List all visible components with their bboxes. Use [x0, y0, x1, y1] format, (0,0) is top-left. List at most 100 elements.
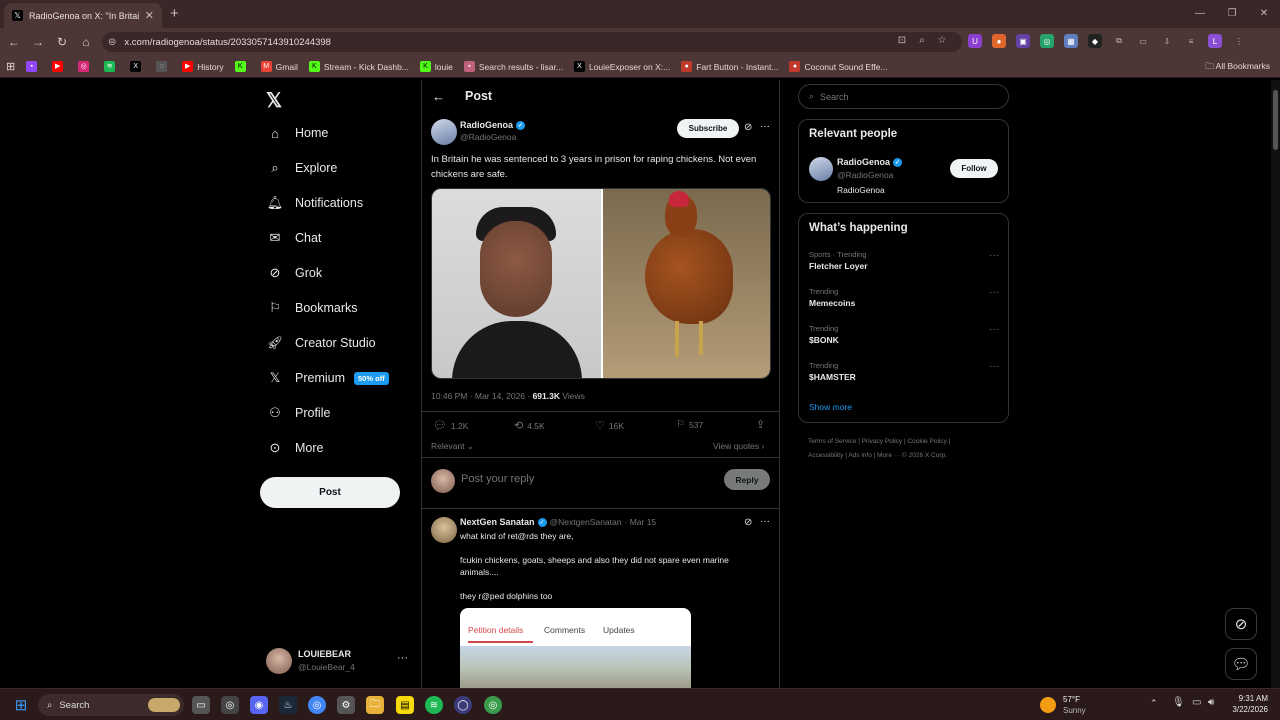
extensions-puzzle-icon[interactable]: ⧉	[1112, 34, 1126, 48]
bookmark-action[interactable]: ⚐ 537	[676, 419, 703, 430]
reply-author-name[interactable]: NextGen Sanatan	[460, 517, 535, 527]
bookmark-search-results[interactable]: ▪ Search results - lisar...	[463, 61, 563, 72]
nav-premium[interactable]: 𝕏 Premium 50% off	[266, 363, 389, 393]
bookmark-fart-button[interactable]: ● Fart Button - Instant...	[681, 61, 778, 72]
author-name[interactable]: RadioGenoa ✓	[460, 120, 526, 130]
bookmark-history[interactable]: ▶ History	[182, 61, 224, 72]
restore-icon[interactable]: ❐	[1216, 0, 1248, 28]
file-explorer-icon[interactable]: 🗀	[366, 696, 384, 714]
reload-icon[interactable]: ↻	[50, 35, 74, 49]
close-window-icon[interactable]: ✕	[1248, 0, 1280, 28]
chicken-image[interactable]	[603, 189, 770, 378]
bookmark-globe-icon[interactable]: ◌	[156, 61, 171, 72]
microphone-icon[interactable]: 🎙︎	[1172, 697, 1185, 708]
downloads-icon[interactable]: ⇩	[1160, 34, 1174, 48]
person-avatar[interactable]	[809, 157, 833, 181]
nav-home[interactable]: ⌂ Home	[266, 118, 328, 148]
account-more-icon[interactable]: ···	[397, 652, 408, 664]
chrome-icon[interactable]: ◎	[308, 696, 326, 714]
back-arrow-icon[interactable]: ←	[432, 89, 445, 104]
chrome-profile-icon[interactable]: ◎	[484, 696, 502, 714]
install-app-icon[interactable]: ⊡	[895, 34, 909, 48]
settings-icon[interactable]: ⚙	[337, 696, 355, 714]
petition-tab-details[interactable]: Petition details	[468, 625, 523, 635]
volume-icon[interactable]: 🔊︎	[1208, 697, 1214, 708]
trend-item[interactable]: Trending $BONK ···	[809, 324, 999, 345]
clock-date[interactable]: 3/22/2026	[1224, 705, 1268, 714]
footer-line2[interactable]: Accessibility | Ads info | More ··· © 20…	[808, 449, 1008, 463]
extension-twitch-icon[interactable]: ▣	[1016, 34, 1030, 48]
trend-more-icon[interactable]: ···	[989, 361, 999, 372]
app-icon[interactable]: ◎	[221, 696, 239, 714]
nav-profile[interactable]: ⚇ Profile	[266, 398, 330, 428]
petition-card-image[interactable]: Petition details Comments Updates	[460, 608, 691, 688]
bookmark-kick-icon[interactable]: K	[234, 61, 250, 72]
minimize-icon[interactable]: —	[1184, 0, 1216, 28]
petition-tab-updates[interactable]: Updates	[603, 625, 635, 635]
reply-action[interactable]: 💬︎ 1.2K	[433, 419, 468, 432]
address-bar[interactable]: ⊜ x.com/radiogenoa/status/20330571439102…	[102, 32, 962, 52]
bookmark-spotify-icon[interactable]: ≋	[104, 61, 119, 72]
bookmark-x-icon[interactable]: X	[130, 61, 145, 72]
mugshot-image[interactable]	[432, 189, 601, 378]
sidebar-icon[interactable]: ▭	[1136, 34, 1150, 48]
x-logo-icon[interactable]: 𝕏	[266, 88, 282, 113]
media-icon[interactable]: ≡	[1184, 34, 1198, 48]
spotify-icon[interactable]: ≋	[425, 696, 443, 714]
menu-kebab-icon[interactable]: ⋮	[1232, 34, 1246, 48]
bookmark-gmail[interactable]: M Gmail	[260, 61, 298, 72]
app-circle-icon[interactable]: ◯	[454, 696, 472, 714]
grok-float-button[interactable]: ⊘	[1225, 608, 1257, 640]
view-quotes-link[interactable]: View quotes ›	[713, 441, 764, 451]
windows-start-icon[interactable]: ⊞	[12, 696, 30, 714]
profile-avatar-icon[interactable]: L	[1208, 34, 1222, 48]
show-more-link[interactable]: Show more	[809, 402, 852, 412]
repost-action[interactable]: ⟲ 4.5K	[514, 419, 545, 432]
bookmark-twitch-icon[interactable]: ▪	[26, 61, 41, 72]
taskbar-search[interactable]: ⌕ Search	[38, 694, 184, 716]
bookmark-coconut[interactable]: ● Coconut Sound Effe...	[789, 61, 887, 72]
steam-icon[interactable]: ♨	[279, 696, 297, 714]
search-input[interactable]: ⌕ Search	[798, 84, 1009, 109]
extension-diamond-icon[interactable]: ◆	[1088, 34, 1102, 48]
follow-button[interactable]: Follow	[950, 159, 998, 178]
post-button[interactable]: Post	[260, 477, 400, 508]
bookmark-stream[interactable]: K Stream - Kick Dashb...	[308, 61, 409, 72]
account-switcher[interactable]: LOUIEBEAR @LouieBear_4 ···	[266, 648, 416, 678]
like-action[interactable]: ♡ 16K	[595, 419, 624, 432]
trend-item[interactable]: Sports · Trending Fletcher Loyer ···	[809, 250, 999, 271]
scrollbar-thumb[interactable]	[1273, 90, 1278, 150]
weather-temp[interactable]: 57°F	[1063, 695, 1080, 704]
grok-action-icon[interactable]: ⊘	[744, 122, 752, 133]
post-media[interactable]	[431, 188, 771, 379]
nav-explore[interactable]: ⌕ Explore	[266, 153, 337, 183]
person-name[interactable]: RadioGenoa ✓	[837, 157, 903, 167]
grok-action-icon[interactable]: ⊘	[744, 517, 752, 528]
discord-icon[interactable]: ◉	[250, 696, 268, 714]
post-more-icon[interactable]: ···	[760, 121, 770, 132]
relevant-sort-dropdown[interactable]: Relevant ⌄	[431, 441, 474, 452]
all-bookmarks-button[interactable]: 🗀 All Bookmarks	[1205, 61, 1270, 75]
extension-u-icon[interactable]: U	[968, 34, 982, 48]
bookmark-youtube-icon[interactable]: ▶	[52, 61, 67, 72]
clock-time[interactable]: 9:31 AM	[1230, 694, 1268, 703]
close-tab-icon[interactable]: ✕	[145, 9, 154, 22]
nav-chat[interactable]: ✉ Chat	[266, 223, 322, 253]
notes-icon[interactable]: ▤	[396, 696, 414, 714]
messages-float-button[interactable]: 💬︎	[1225, 648, 1257, 680]
trend-item[interactable]: Trending Memecoins ···	[809, 287, 999, 308]
reply-more-icon[interactable]: ···	[760, 516, 770, 527]
share-icon[interactable]: ⇪	[756, 418, 765, 431]
trend-item[interactable]: Trending $HAMSTER ···	[809, 361, 999, 382]
tray-chevron-icon[interactable]: ⌃	[1150, 698, 1158, 709]
nav-more[interactable]: ⊙ More	[266, 433, 324, 463]
nav-grok[interactable]: ⊘ Grok	[266, 258, 323, 288]
nav-bookmarks[interactable]: ⚐ Bookmarks	[266, 293, 357, 323]
extension-green-icon[interactable]: ◎	[1040, 34, 1054, 48]
footer-line1[interactable]: Terms of Service | Privacy Policy | Cook…	[808, 435, 1008, 449]
trend-more-icon[interactable]: ···	[989, 250, 999, 261]
petition-tab-comments[interactable]: Comments	[544, 625, 585, 635]
bookmark-star-icon[interactable]: ☆	[935, 34, 949, 48]
forward-icon[interactable]: →	[26, 35, 50, 49]
extension-orange-icon[interactable]: ●	[992, 34, 1006, 48]
